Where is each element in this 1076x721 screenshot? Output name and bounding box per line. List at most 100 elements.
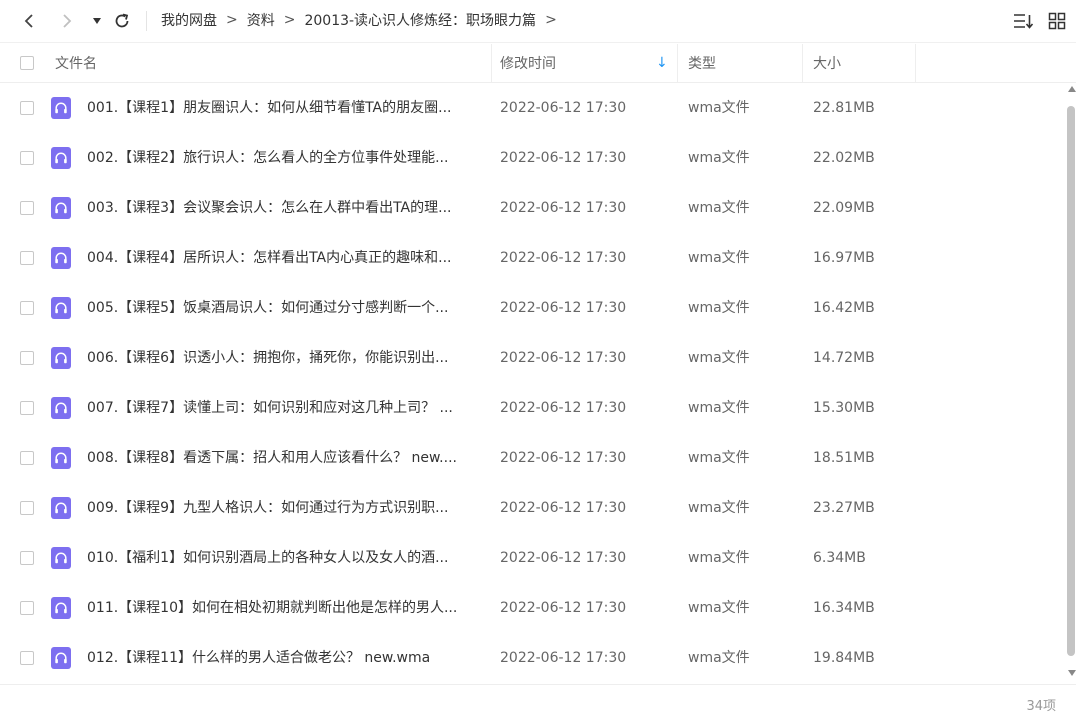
file-type: wma文件 [688,350,750,366]
file-type: wma文件 [688,400,750,416]
scroll-thumb[interactable] [1067,106,1075,656]
file-row[interactable]: 011.【课程10】如何在相处初期就判断出他是怎样的男人... 2022-06-… [0,583,1066,633]
file-name[interactable]: 006.【课程6】识透小人：拥抱你，捅死你，你能识别出... [87,333,479,383]
file-row[interactable]: 001.【课程1】朋友圈识人：如何从细节看懂TA的朋友圈... 2022-06-… [0,83,1066,133]
breadcrumb-separator: > [283,12,296,28]
row-checkbox[interactable] [20,401,34,415]
file-row[interactable]: 012.【课程11】什么样的男人适合做老公？ new.wma 2022-06-1… [0,633,1066,683]
headphones-icon [55,302,67,314]
file-name[interactable]: 003.【课程3】会议聚会识人：怎么在人群中看出TA的理... [87,183,479,233]
file-name[interactable]: 012.【课程11】什么样的男人适合做老公？ new.wma [87,633,479,683]
grid-view-icon [1048,12,1066,30]
column-size[interactable]: 大小 [813,44,841,82]
chevron-right-icon [63,14,72,28]
file-name[interactable]: 007.【课程7】读懂上司：如何识别和应对这几种上司？ ... [87,383,479,433]
row-checkbox[interactable] [20,151,34,165]
audio-file-icon [51,297,71,319]
breadcrumb-separator: > [545,12,557,28]
breadcrumb-item[interactable]: 资料 [247,10,275,30]
row-checkbox[interactable] [20,601,34,615]
sort-list-icon [1014,14,1034,29]
file-size: 22.81MB [813,100,875,116]
file-row[interactable]: 003.【课程3】会议聚会识人：怎么在人群中看出TA的理... 2022-06-… [0,183,1066,233]
row-checkbox[interactable] [20,301,34,315]
file-modified-time: 2022-06-12 17:30 [500,250,627,266]
audio-file-icon [51,197,71,219]
history-dropdown-button[interactable] [84,8,110,34]
file-modified-time: 2022-06-12 17:30 [500,450,627,466]
column-divider[interactable] [491,44,492,82]
audio-file-icon [51,597,71,619]
vertical-scrollbar[interactable] [1066,86,1076,678]
file-name[interactable]: 001.【课程1】朋友圈识人：如何从细节看懂TA的朋友圈... [87,83,479,133]
audio-file-icon [51,397,71,419]
select-all-checkbox[interactable] [20,56,34,70]
row-checkbox[interactable] [20,101,34,115]
file-name[interactable]: 009.【课程9】九型人格识人：如何通过行为方式识别职... [87,483,479,533]
refresh-icon [115,13,129,28]
row-checkbox[interactable] [20,651,34,665]
file-type: wma文件 [688,200,750,216]
status-bar: 34项 [0,684,1076,721]
toolbar-divider [146,11,147,31]
file-row[interactable]: 005.【课程5】饭桌酒局识人：如何通过分寸感判断一个... 2022-06-1… [0,283,1066,333]
file-row[interactable]: 006.【课程6】识透小人：拥抱你，捅死你，你能识别出... 2022-06-1… [0,333,1066,383]
file-row[interactable]: 004.【课程4】居所识人：怎样看出TA内心真正的趣味和... 2022-06-… [0,233,1066,283]
headphones-icon [55,552,67,564]
file-name[interactable]: 011.【课程10】如何在相处初期就判断出他是怎样的男人... [87,583,479,633]
file-row[interactable]: 009.【课程9】九型人格识人：如何通过行为方式识别职... 2022-06-1… [0,483,1066,533]
headphones-icon [55,402,67,414]
chevron-left-icon [24,14,33,28]
row-checkbox[interactable] [20,201,34,215]
file-type: wma文件 [688,500,750,516]
row-checkbox[interactable] [20,451,34,465]
file-modified-time: 2022-06-12 17:30 [500,200,627,216]
file-name[interactable]: 010.【福利1】如何识别酒局上的各种女人以及女人的酒... [87,533,479,583]
file-modified-time: 2022-06-12 17:30 [500,150,627,166]
file-modified-time: 2022-06-12 17:30 [500,100,627,116]
headphones-icon [55,452,67,464]
column-type[interactable]: 类型 [688,44,716,82]
row-checkbox[interactable] [20,501,34,515]
file-modified-time: 2022-06-12 17:30 [500,350,627,366]
file-row[interactable]: 010.【福利1】如何识别酒局上的各种女人以及女人的酒... 2022-06-1… [0,533,1066,583]
column-modified[interactable]: 修改时间 [500,44,556,82]
headphones-icon [55,102,67,114]
scroll-down-arrow-icon[interactable] [1068,670,1076,676]
file-size: 16.34MB [813,600,875,616]
file-type: wma文件 [688,250,750,266]
grid-view-button[interactable] [1046,10,1068,32]
file-name[interactable]: 008.【课程8】看透下属：招人和用人应该看什么？ new.... [87,433,479,483]
column-divider[interactable] [802,44,803,82]
row-checkbox[interactable] [20,251,34,265]
file-row[interactable]: 002.【课程2】旅行识人：怎么看人的全方位事件处理能... 2022-06-1… [0,133,1066,183]
item-count: 34项 [1026,699,1056,714]
file-modified-time: 2022-06-12 17:30 [500,550,627,566]
headphones-icon [55,602,67,614]
file-row[interactable]: 007.【课程7】读懂上司：如何识别和应对这几种上司？ ... 2022-06-… [0,383,1066,433]
sort-button[interactable] [1012,10,1034,32]
file-row[interactable]: 008.【课程8】看透下属：招人和用人应该看什么？ new.... 2022-0… [0,433,1066,483]
file-name[interactable]: 005.【课程5】饭桌酒局识人：如何通过分寸感判断一个... [87,283,479,333]
file-type: wma文件 [688,100,750,116]
file-name[interactable]: 002.【课程2】旅行识人：怎么看人的全方位事件处理能... [87,133,479,183]
sort-desc-indicator-icon[interactable]: ↓ [656,44,668,82]
back-button[interactable] [16,8,42,34]
breadcrumb-item[interactable]: 20013-读心识人修炼经：职场眼力篇 [304,10,536,30]
scroll-up-arrow-icon[interactable] [1068,86,1076,92]
file-type: wma文件 [688,450,750,466]
file-type: wma文件 [688,650,750,666]
file-size: 22.02MB [813,150,875,166]
refresh-button[interactable] [109,8,135,34]
column-name[interactable]: 文件名 [55,44,97,82]
breadcrumb-item[interactable]: 我的网盘 [161,10,217,30]
forward-button[interactable] [54,8,80,34]
file-type: wma文件 [688,300,750,316]
column-divider[interactable] [915,44,916,82]
audio-file-icon [51,547,71,569]
column-divider[interactable] [677,44,678,82]
row-checkbox[interactable] [20,551,34,565]
file-modified-time: 2022-06-12 17:30 [500,500,627,516]
file-name[interactable]: 004.【课程4】居所识人：怎样看出TA内心真正的趣味和... [87,233,479,283]
row-checkbox[interactable] [20,351,34,365]
